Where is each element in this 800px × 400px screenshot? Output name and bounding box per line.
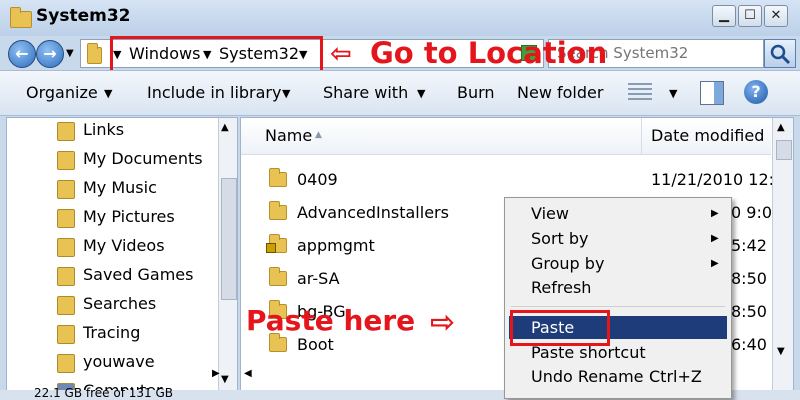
back-button[interactable]: ← xyxy=(8,40,36,68)
music-folder-icon xyxy=(57,180,75,199)
saved-games-folder-icon xyxy=(57,267,75,286)
context-menu: View ▶ Sort by ▶ Group by ▶ Refresh Paste Paste … xyxy=(504,197,732,399)
scroll-down-icon[interactable]: ▼ xyxy=(777,346,785,357)
maximize-button[interactable]: ☐ xyxy=(738,5,762,27)
column-divider[interactable] xyxy=(641,118,642,154)
nav-item-label: Tracing xyxy=(83,323,141,342)
file-scrollbar[interactable]: ▲ ▼ xyxy=(772,118,793,390)
file-name: 0409 xyxy=(297,170,338,189)
nav-item-label: My Videos xyxy=(83,236,165,255)
title-bar[interactable]: System32 ▁ ☐ ✕ xyxy=(0,0,800,36)
preview-pane-icon[interactable] xyxy=(700,81,724,105)
window-title: System32 xyxy=(36,6,131,26)
go-to-location-annotation: Go to Location xyxy=(370,36,608,70)
file-name: appmgmt xyxy=(297,236,375,255)
menu-item-group-by[interactable]: Group by xyxy=(531,254,604,273)
folder-icon xyxy=(269,168,287,187)
menu-item-undo-rename[interactable]: Undo Rename xyxy=(531,367,644,386)
status-text: 22.1 GB free of 131 GB xyxy=(34,386,173,400)
locked-folder-icon xyxy=(266,234,287,253)
file-name: AdvancedInstallers xyxy=(297,203,449,222)
file-name: Boot xyxy=(297,335,334,354)
column-header-name[interactable]: Name xyxy=(265,126,312,145)
pictures-folder-icon xyxy=(57,209,75,228)
help-icon[interactable]: ? xyxy=(744,80,768,104)
share-with-button[interactable]: Share with xyxy=(323,83,408,102)
folder-icon xyxy=(57,354,75,373)
menu-separator xyxy=(511,306,725,307)
close-button[interactable]: ✕ xyxy=(764,5,788,27)
forward-button[interactable]: → xyxy=(36,40,64,68)
nav-item-label: Saved Games xyxy=(83,265,194,284)
scroll-left-icon[interactable]: ◀ xyxy=(244,368,252,379)
chevron-down-icon: ▼ xyxy=(282,87,291,100)
burn-button[interactable]: Burn xyxy=(457,83,495,102)
links-folder-icon xyxy=(57,122,75,141)
command-bar: Organize ▼ Include in library ▼ Share wi… xyxy=(0,70,800,116)
menu-item-refresh[interactable]: Refresh xyxy=(531,278,591,297)
minimize-button[interactable]: ▁ xyxy=(712,5,736,27)
search-icon xyxy=(770,44,791,65)
arrow-right-icon: ⇨ xyxy=(430,305,456,340)
nav-item-label: Searches xyxy=(83,294,157,313)
folder-icon xyxy=(269,267,287,286)
nav-scrollbar[interactable]: ▲ ▼ xyxy=(218,118,237,390)
folder-icon xyxy=(269,201,287,220)
file-scroll-thumb[interactable] xyxy=(776,140,792,160)
submenu-arrow-icon: ▶ xyxy=(711,208,719,219)
new-folder-button[interactable]: New folder xyxy=(517,83,603,102)
scroll-up-icon[interactable]: ▲ xyxy=(777,122,785,133)
file-name: ar-SA xyxy=(297,269,340,288)
search-button[interactable] xyxy=(764,39,796,68)
folder-icon xyxy=(10,7,32,28)
chevron-down-icon[interactable]: ▼ xyxy=(669,87,677,100)
chevron-down-icon: ▼ xyxy=(104,87,113,100)
column-header-date-modified[interactable]: Date modified xyxy=(651,126,764,145)
paste-here-annotation: Paste here xyxy=(246,304,416,337)
nav-item-label: My Music xyxy=(83,178,157,197)
paste-highlight-box xyxy=(510,310,610,346)
folder-icon xyxy=(269,333,287,352)
sort-ascending-icon: ▲ xyxy=(315,130,322,140)
arrow-left-icon: ⇦ xyxy=(330,39,352,69)
location-highlight-box xyxy=(110,36,323,74)
documents-folder-icon xyxy=(57,151,75,170)
nav-item-label: My Documents xyxy=(83,149,203,168)
scroll-up-icon[interactable]: ▲ xyxy=(221,122,229,133)
file-date: 8:50 xyxy=(731,302,767,321)
menu-item-sort-by[interactable]: Sort by xyxy=(531,229,589,248)
folder-icon xyxy=(87,43,102,64)
searches-folder-icon xyxy=(57,296,75,315)
scroll-right-icon[interactable]: ▶ xyxy=(212,368,220,379)
nav-item-label: My Pictures xyxy=(83,207,175,226)
videos-folder-icon xyxy=(57,238,75,257)
file-date: 8:50 xyxy=(731,269,767,288)
navigation-pane: Links My Documents My Music My Pictures My V… xyxy=(6,117,238,391)
submenu-arrow-icon: ▶ xyxy=(711,258,719,269)
include-in-library-button[interactable]: Include in library xyxy=(147,83,281,102)
column-header-row: Name ▲ Date modified xyxy=(241,118,771,155)
menu-item-view[interactable]: View xyxy=(531,204,569,223)
folder-icon xyxy=(57,325,75,344)
recent-pages-chevron-icon[interactable]: ▼ xyxy=(66,48,74,59)
submenu-arrow-icon: ▶ xyxy=(711,233,719,244)
organize-button[interactable]: Organize xyxy=(26,83,98,102)
nav-item-label: youwave xyxy=(83,352,155,371)
nav-scroll-thumb[interactable] xyxy=(221,178,237,300)
scroll-down-icon[interactable]: ▼ xyxy=(221,374,229,385)
chevron-down-icon: ▼ xyxy=(417,87,426,100)
file-date: 6:40 xyxy=(731,335,767,354)
view-options-icon[interactable] xyxy=(628,83,652,103)
menu-shortcut: Ctrl+Z xyxy=(649,367,702,386)
nav-item-label: Links xyxy=(83,120,125,139)
file-date: 11/21/2010 12: xyxy=(651,170,775,189)
